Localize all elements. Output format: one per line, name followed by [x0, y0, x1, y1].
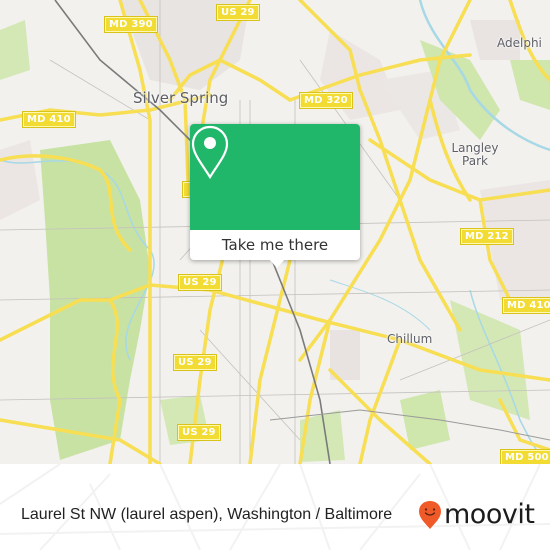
route-shield: MD 390 [104, 16, 158, 33]
place-label-chillum: Chillum [387, 332, 433, 346]
route-shield: MD 500 [500, 449, 550, 464]
footer-bar: Laurel St NW (laurel aspen), Washington … [0, 464, 550, 550]
route-shield: MD 212 [460, 228, 514, 245]
route-shield: MD 410 [502, 297, 550, 314]
route-shield: US 29 [178, 274, 222, 291]
place-label-text: Langley Park [451, 141, 499, 168]
location-caption: Laurel St NW (laurel aspen), Washington … [21, 506, 393, 523]
moovit-wordmark: moovit [444, 499, 535, 530]
route-shield: MD 320 [299, 92, 353, 109]
place-label-adelphi: Adelphi [497, 36, 542, 50]
location-popup[interactable]: Take me there [190, 124, 360, 268]
popup-pointer [268, 258, 286, 268]
place-label-silver-spring: Silver Spring [133, 89, 229, 107]
take-me-there-button[interactable]: Take me there [190, 230, 360, 260]
map-pin-icon [191, 125, 229, 180]
moovit-pin-logo-icon [419, 501, 441, 529]
route-shield: US 29 [173, 354, 217, 371]
route-shield: US 29 [216, 4, 260, 21]
route-shield: US 29 [177, 424, 221, 441]
map-view[interactable]: Silver Spring Adelphi Langley Park Chillu… [0, 0, 550, 464]
moovit-logo[interactable]: moovit [418, 499, 535, 530]
popup-header [190, 124, 360, 230]
place-label-langley-park: Langley Park [445, 142, 505, 168]
route-shield: MD 410 [22, 111, 76, 128]
